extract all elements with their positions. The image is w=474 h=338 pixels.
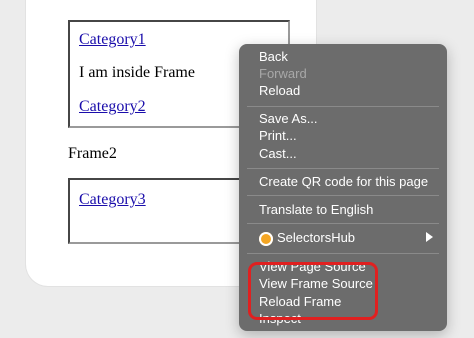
menu-item-forward: Forward [259,66,307,81]
chevron-right-icon [426,232,433,242]
menu-item-save-as[interactable]: Save As... [259,111,318,127]
menu-separator [247,253,439,254]
highlight-annotation [248,262,378,320]
selectorshub-icon [259,232,273,246]
menu-item-reload[interactable]: Reload [259,83,300,99]
menu-item-translate[interactable]: Translate to English [259,202,373,218]
menu-separator [247,168,439,169]
menu-item-create-qr[interactable]: Create QR code for this page [259,174,428,190]
menu-item-print[interactable]: Print... [259,128,297,144]
menu-item-back[interactable]: Back [259,49,288,65]
category3-link[interactable]: Category3 [79,191,146,209]
category2-link[interactable]: Category2 [79,98,146,116]
frame2-label: Frame2 [68,145,117,162]
menu-item-cast[interactable]: Cast... [259,146,297,162]
menu-separator [247,223,439,224]
menu-separator [247,106,439,107]
menu-item-selectorshub[interactable]: SelectorsHub [277,230,355,246]
frame-text: I am inside Frame [79,64,195,81]
category1-link[interactable]: Category1 [79,31,146,49]
menu-separator [247,195,439,196]
